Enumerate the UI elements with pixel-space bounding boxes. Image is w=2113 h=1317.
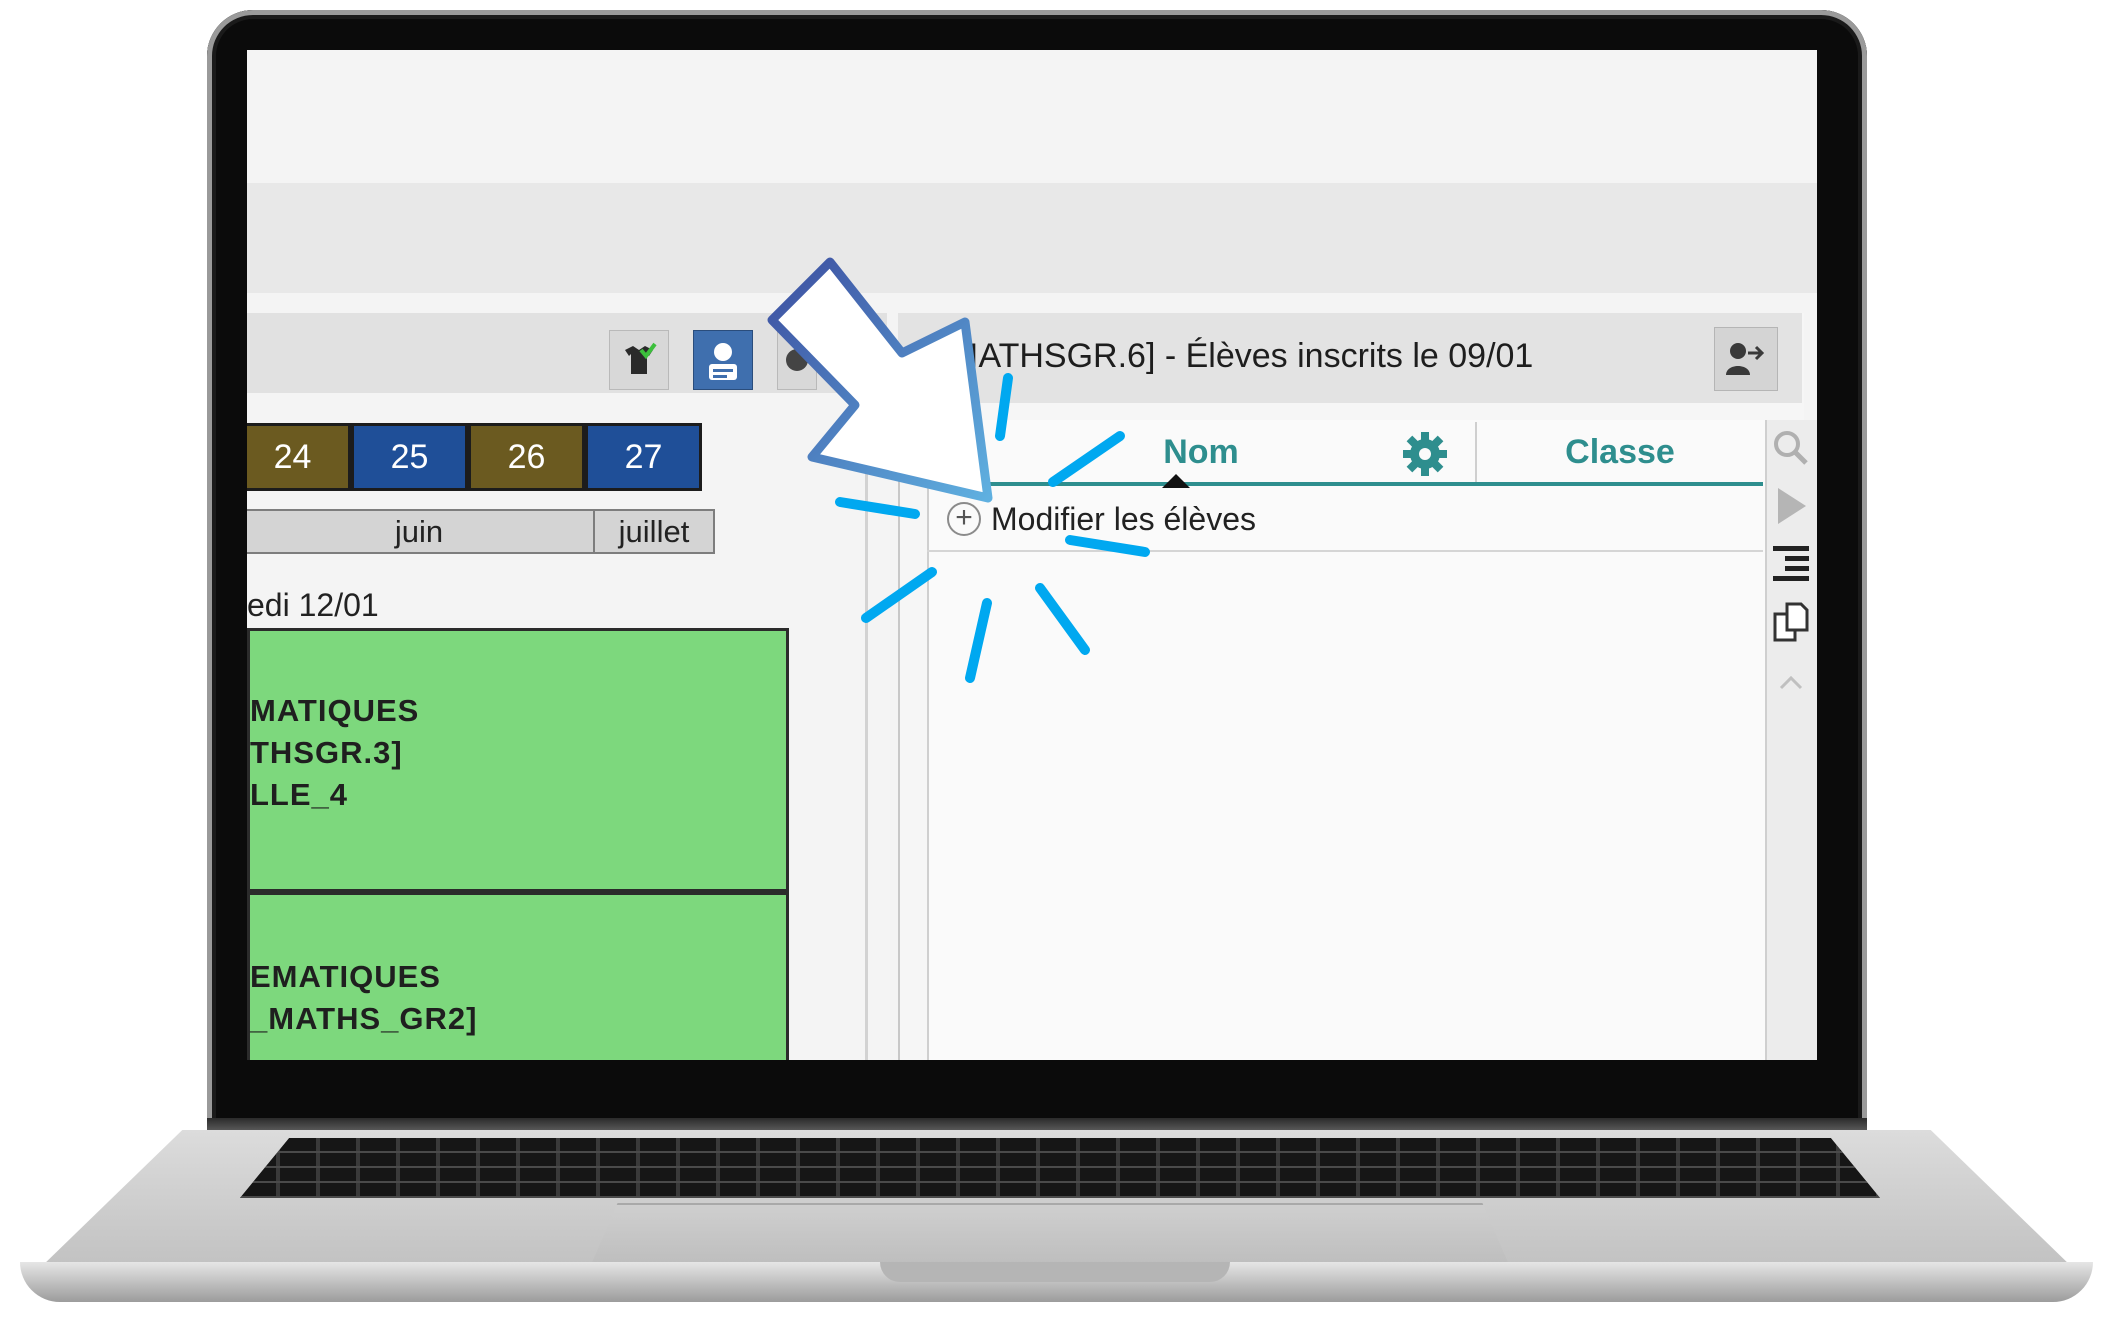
play-icon[interactable]: [1771, 486, 1811, 526]
panel-divider: [865, 380, 868, 1060]
top-bar: [247, 50, 1817, 183]
course-line: THSGR.3]: [250, 735, 403, 770]
column-header-nom[interactable]: Nom: [927, 422, 1475, 482]
settings-icon: [786, 349, 808, 371]
month-label: juillet: [618, 513, 690, 549]
course-block[interactable]: EMATIQUES _MATHS_GR2]: [247, 892, 789, 1060]
day-cell[interactable]: 26: [468, 423, 585, 491]
student-card-button[interactable]: [693, 330, 753, 390]
user-export-button[interactable]: [1714, 327, 1778, 391]
day-cell[interactable]: 27: [585, 423, 702, 491]
shirt-check-button[interactable]: [609, 330, 669, 390]
month-cell[interactable]: juin: [247, 509, 595, 554]
column-header-classe[interactable]: Classe: [1477, 422, 1763, 482]
course-block[interactable]: MATIQUES THSGR.3] LLE_4: [247, 628, 789, 892]
shirt-check-icon: [625, 342, 657, 374]
date-label: edi 12/01: [247, 587, 379, 623]
student-card-icon: [709, 343, 737, 380]
day-label: 24: [273, 437, 312, 476]
month-cell[interactable]: juillet: [593, 509, 715, 554]
header-band: [247, 183, 1817, 293]
copy-icon[interactable]: [1771, 602, 1811, 642]
chevron-up-icon[interactable]: [1771, 662, 1811, 702]
column-header-label: Classe: [1565, 432, 1675, 471]
month-label: juin: [394, 513, 444, 549]
panel-title: IATHSGR.6] - Élèves inscrits le 09/01: [969, 337, 1534, 375]
day-label: 26: [507, 437, 546, 476]
modify-students-label[interactable]: Modifier les élèves: [991, 501, 1256, 538]
course-line: EMATIQUES: [250, 959, 441, 994]
settings-button[interactable]: [777, 330, 817, 390]
day-cell[interactable]: 25: [351, 423, 468, 491]
add-circle-icon[interactable]: +: [947, 502, 981, 536]
day-label: 25: [390, 437, 429, 476]
laptop-notch: [880, 1262, 1230, 1282]
course-line: LLE_4: [250, 777, 349, 812]
list-indent-icon[interactable]: [1771, 544, 1811, 584]
search-icon[interactable]: [1771, 428, 1811, 468]
column-settings-icon[interactable]: [1401, 430, 1449, 478]
column-header-label: Nom: [1163, 432, 1239, 471]
user-export-icon: [1726, 343, 1765, 375]
laptop-keyboard: [240, 1138, 1880, 1198]
laptop-trackpad: [590, 1203, 1510, 1267]
day-cell[interactable]: 24: [247, 423, 351, 491]
course-line: MATIQUES: [250, 693, 420, 728]
course-line: _MATHS_GR2]: [250, 1001, 478, 1036]
screen: 24 25 26 27 juin juillet edi 12/01 MATIQ…: [247, 50, 1817, 1060]
day-label: 27: [624, 437, 663, 476]
